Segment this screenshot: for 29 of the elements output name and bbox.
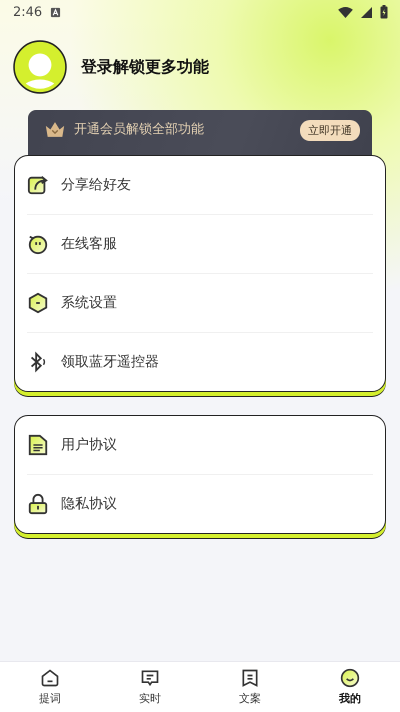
message-icon — [140, 668, 160, 688]
nav-tab[interactable]: 实时 — [100, 662, 200, 712]
menu-item[interactable]: 用户协议 — [27, 416, 373, 475]
smile-icon — [340, 668, 360, 688]
lock-icon — [27, 493, 49, 515]
nav-tab[interactable]: 我的 — [300, 662, 400, 712]
subscribe-button[interactable]: 立即开通 — [300, 120, 360, 141]
vip-text: 开通会员解锁全部功能 — [74, 121, 204, 139]
chat-face-icon — [27, 233, 49, 255]
bookmark-icon — [240, 668, 260, 688]
menu-item[interactable]: 领取蓝牙遥控器 — [27, 333, 373, 391]
home-icon — [40, 668, 60, 688]
document-icon — [27, 434, 49, 456]
status-time: 2:46 — [13, 4, 42, 20]
nav-tab[interactable]: 文案 — [200, 662, 300, 712]
menu-item[interactable]: 隐私协议 — [27, 475, 373, 533]
menu-item[interactable]: 分享给好友 — [27, 156, 373, 215]
login-prompt[interactable]: 登录解锁更多功能 — [81, 56, 209, 78]
hexagon-icon — [27, 292, 49, 314]
menu-item[interactable]: 在线客服 — [27, 215, 373, 274]
menu-item[interactable]: 系统设置 — [27, 274, 373, 333]
avatar-icon — [13, 40, 67, 94]
battery-icon — [380, 5, 388, 19]
share-icon — [27, 174, 49, 196]
nav-tab[interactable]: 提词 — [0, 662, 100, 712]
notification-icon — [50, 6, 62, 18]
wifi-icon — [338, 6, 353, 18]
crown-icon — [44, 120, 66, 139]
signal-icon — [361, 6, 372, 18]
